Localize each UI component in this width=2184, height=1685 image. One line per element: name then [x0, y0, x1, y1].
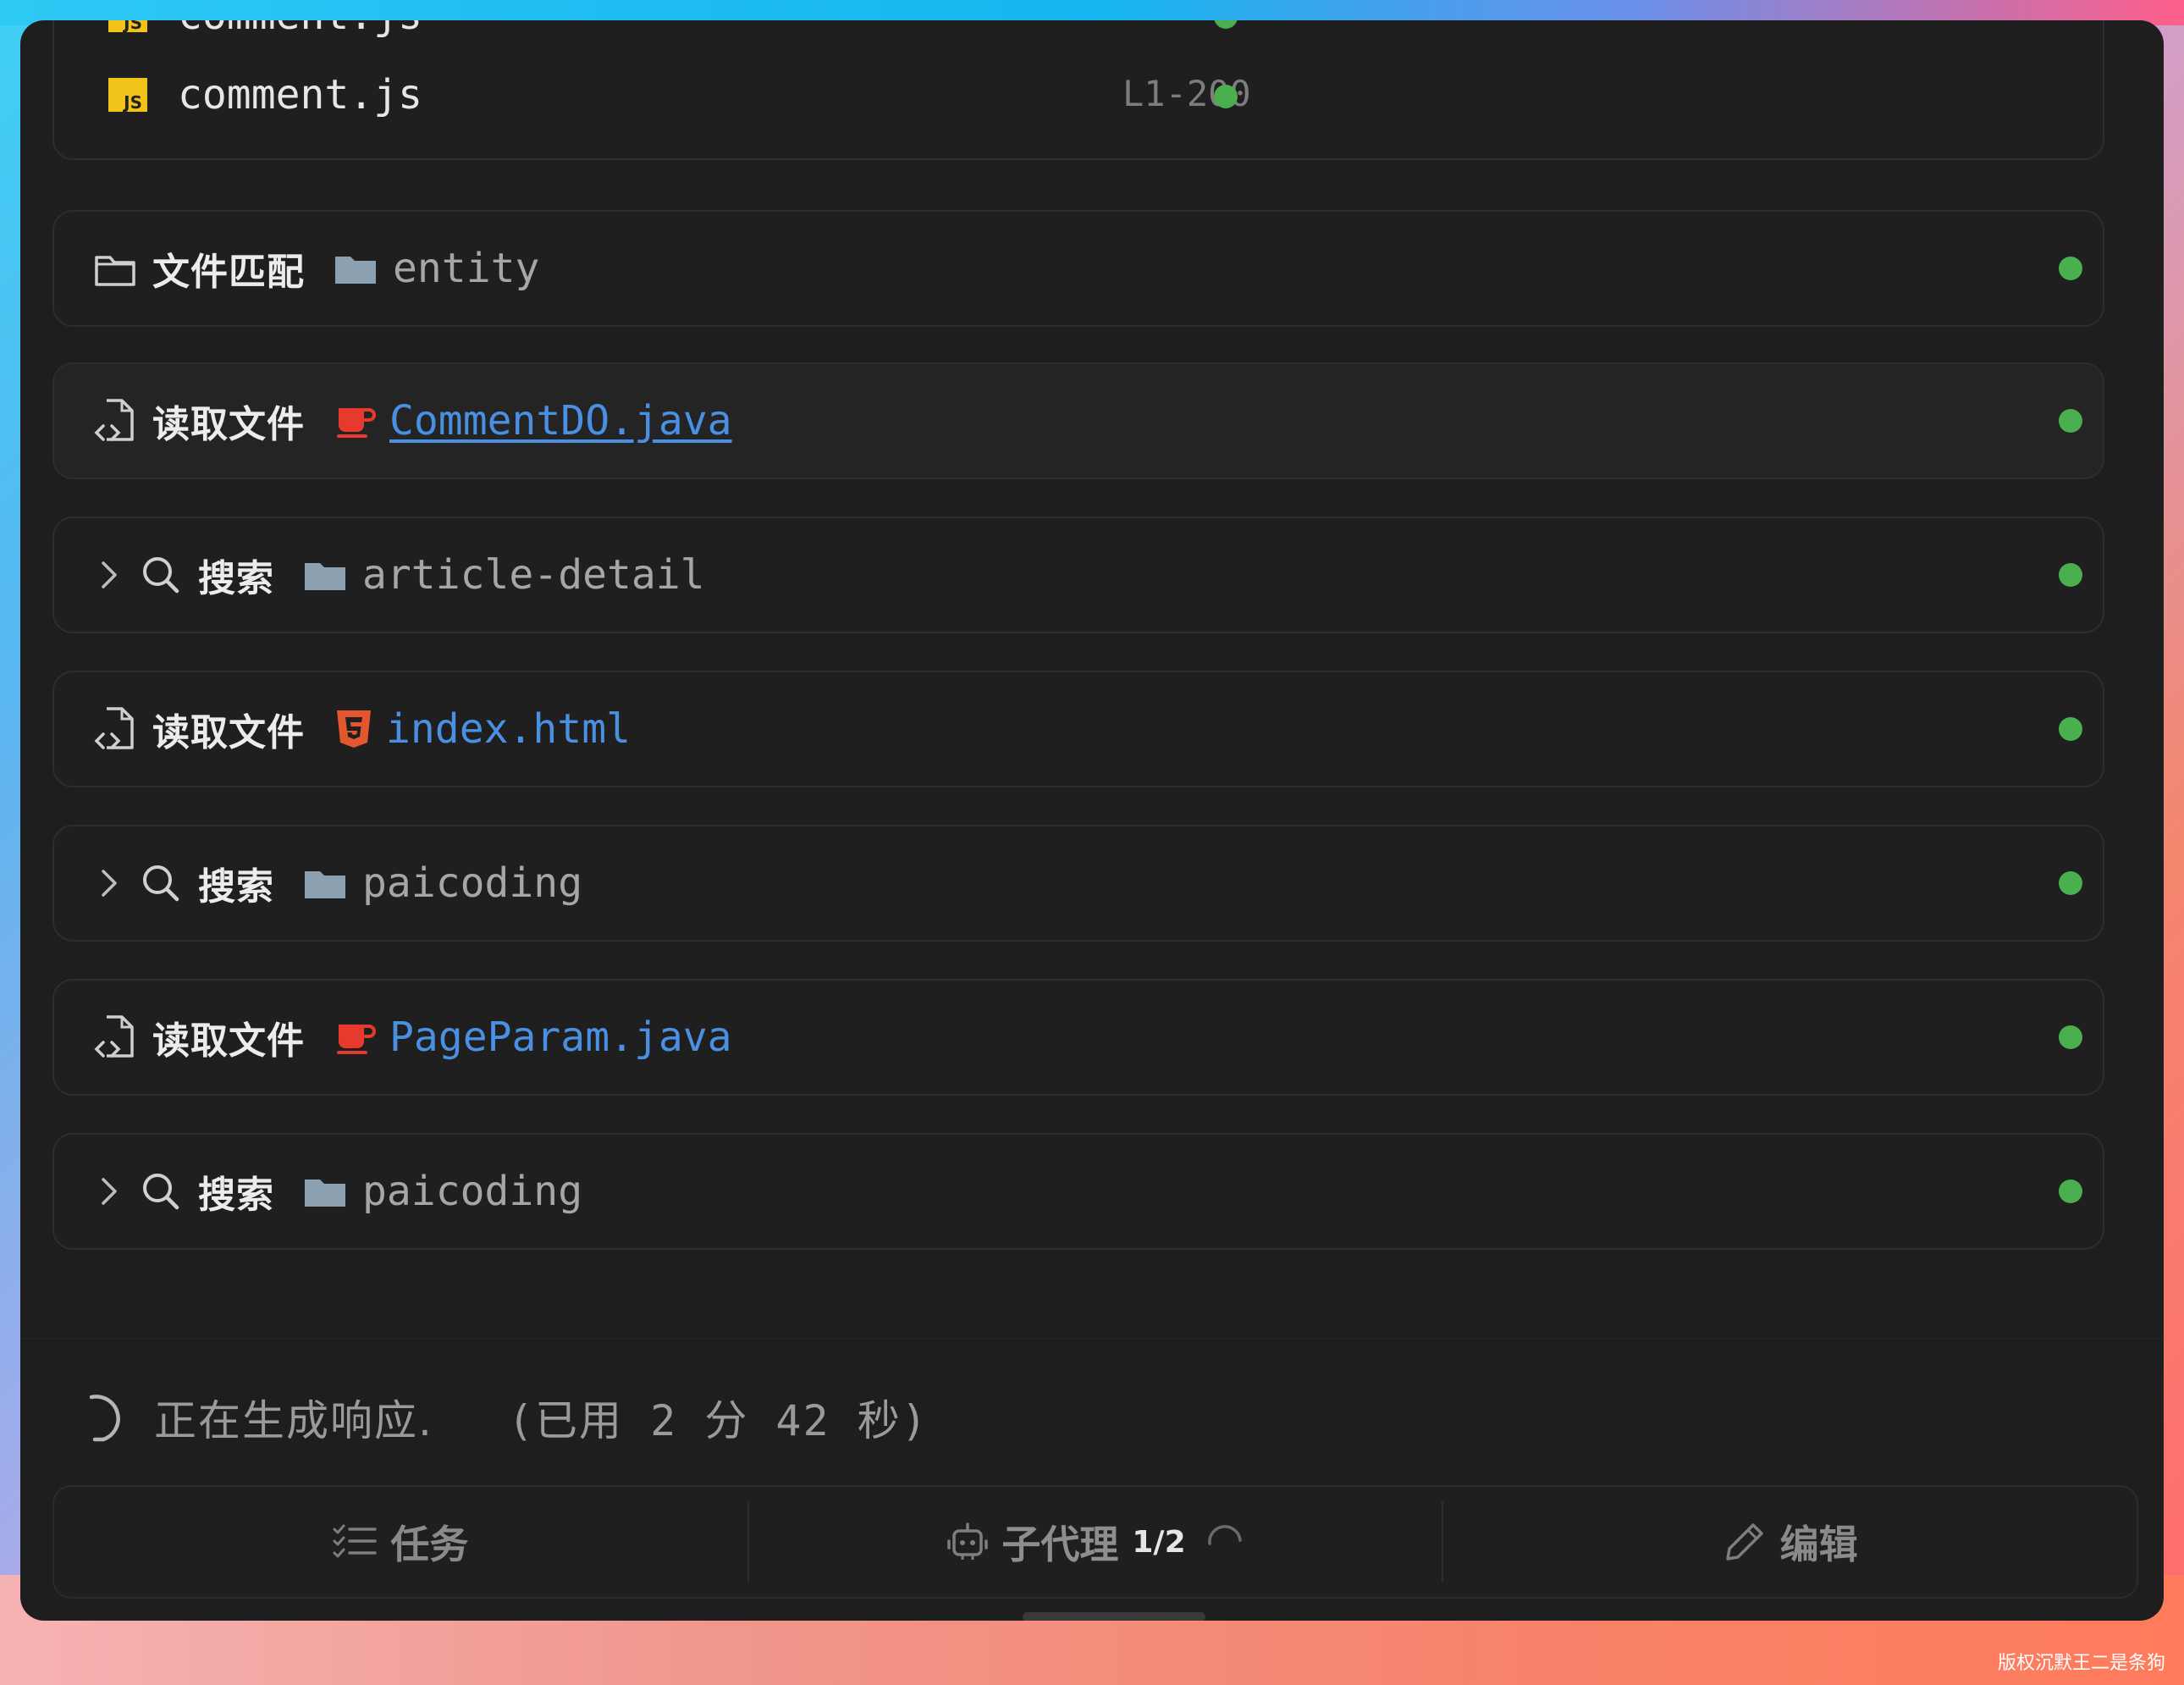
step-card[interactable]: 读取文件 CommentDO.java	[52, 362, 2104, 479]
pencil-icon	[1723, 1520, 1767, 1564]
step-card[interactable]: 搜索 paicoding	[52, 825, 2104, 942]
subagent-tab[interactable]: 子代理 1/2	[749, 1487, 1442, 1597]
file-list-item[interactable]: JS comment.js	[108, 71, 422, 119]
js-file-icon: JS	[108, 20, 147, 32]
status-dot	[2059, 871, 2082, 895]
search-icon	[141, 863, 181, 903]
file-list-card: JS comment.js JS comment.js L1-200	[52, 20, 2104, 160]
status-dot	[1214, 85, 1238, 108]
step-card[interactable]: 文件匹配 entity	[52, 210, 2104, 327]
file-code-icon	[93, 705, 137, 753]
step-target: paicoding	[362, 1168, 583, 1215]
chevron-right-icon[interactable]	[97, 866, 120, 900]
file-name: comment.js	[178, 71, 422, 119]
checklist-icon	[333, 1522, 378, 1561]
js-file-icon: JS	[108, 78, 147, 112]
status-text: 正在生成响应.	[154, 1396, 433, 1445]
file-name: comment.js	[178, 20, 422, 39]
folder-outline-icon	[93, 249, 137, 288]
file-code-icon	[93, 397, 137, 445]
java-icon	[335, 403, 376, 439]
step-card[interactable]: 搜索 article-detail	[52, 517, 2104, 633]
status-dot	[1214, 20, 1238, 29]
folder-icon	[334, 251, 378, 285]
edit-label: 编辑	[1779, 1522, 1858, 1567]
step-action: 读取文件	[152, 403, 305, 446]
divider	[20, 1338, 2164, 1340]
status-dot	[2059, 409, 2082, 433]
chevron-right-icon[interactable]	[97, 1174, 120, 1208]
java-icon	[335, 1019, 376, 1055]
search-icon	[141, 1171, 181, 1212]
step-target-link[interactable]: CommentDO.java	[389, 397, 732, 445]
subagent-count: 1/2	[1132, 1524, 1186, 1560]
step-action: 文件匹配	[152, 251, 305, 294]
step-action: 读取文件	[152, 711, 305, 754]
tasks-tab[interactable]: 任务	[54, 1487, 747, 1597]
resize-handle[interactable]	[1023, 1612, 1205, 1621]
step-card[interactable]: 读取文件 PageParam.java	[52, 979, 2104, 1096]
chevron-right-icon[interactable]	[97, 558, 120, 592]
file-list-item[interactable]: JS comment.js	[108, 20, 422, 39]
folder-icon	[303, 558, 347, 592]
loading-spinner-icon	[80, 1390, 130, 1445]
folder-icon	[303, 1174, 347, 1208]
status-dot	[2059, 1025, 2082, 1049]
svg-text:JS: JS	[122, 92, 142, 112]
html5-icon	[335, 709, 372, 749]
step-action: 读取文件	[152, 1019, 305, 1063]
svg-text:JS: JS	[122, 20, 142, 32]
subagent-label: 子代理	[1001, 1522, 1119, 1567]
watermark: 版权沉默王二是条狗	[1997, 1653, 2165, 1674]
edit-tab[interactable]: 编辑	[1443, 1487, 2137, 1597]
step-action: 搜索	[198, 1174, 274, 1217]
folder-icon	[303, 866, 347, 900]
robot-icon	[947, 1521, 989, 1563]
status-dot	[2059, 257, 2082, 280]
step-target-link[interactable]: PageParam.java	[389, 1014, 732, 1061]
step-action: 搜索	[198, 557, 274, 600]
bottom-toolbar: 任务 子代理 1/2 编辑	[52, 1485, 2138, 1599]
agent-panel: JS comment.js JS comment.js L1-200 文件匹配 …	[20, 20, 2164, 1621]
step-target: paicoding	[362, 859, 583, 907]
loading-spinner-icon	[1206, 1525, 1244, 1559]
status-dot	[2059, 1180, 2082, 1203]
step-target: article-detail	[362, 551, 705, 599]
tasks-label: 任务	[390, 1522, 469, 1567]
step-target: entity	[393, 245, 540, 292]
step-action: 搜索	[198, 865, 274, 909]
elapsed-time: (已用 2 分 42 秒)	[507, 1396, 929, 1445]
file-code-icon	[93, 1014, 137, 1061]
generation-status: 正在生成响应. (已用 2 分 42 秒)	[80, 1375, 929, 1460]
step-card[interactable]: 搜索 paicoding	[52, 1133, 2104, 1250]
status-dot	[2059, 563, 2082, 587]
step-card[interactable]: 读取文件 index.html	[52, 671, 2104, 787]
search-icon	[141, 555, 181, 595]
status-dot	[2059, 717, 2082, 741]
step-target-link[interactable]: index.html	[386, 705, 631, 753]
